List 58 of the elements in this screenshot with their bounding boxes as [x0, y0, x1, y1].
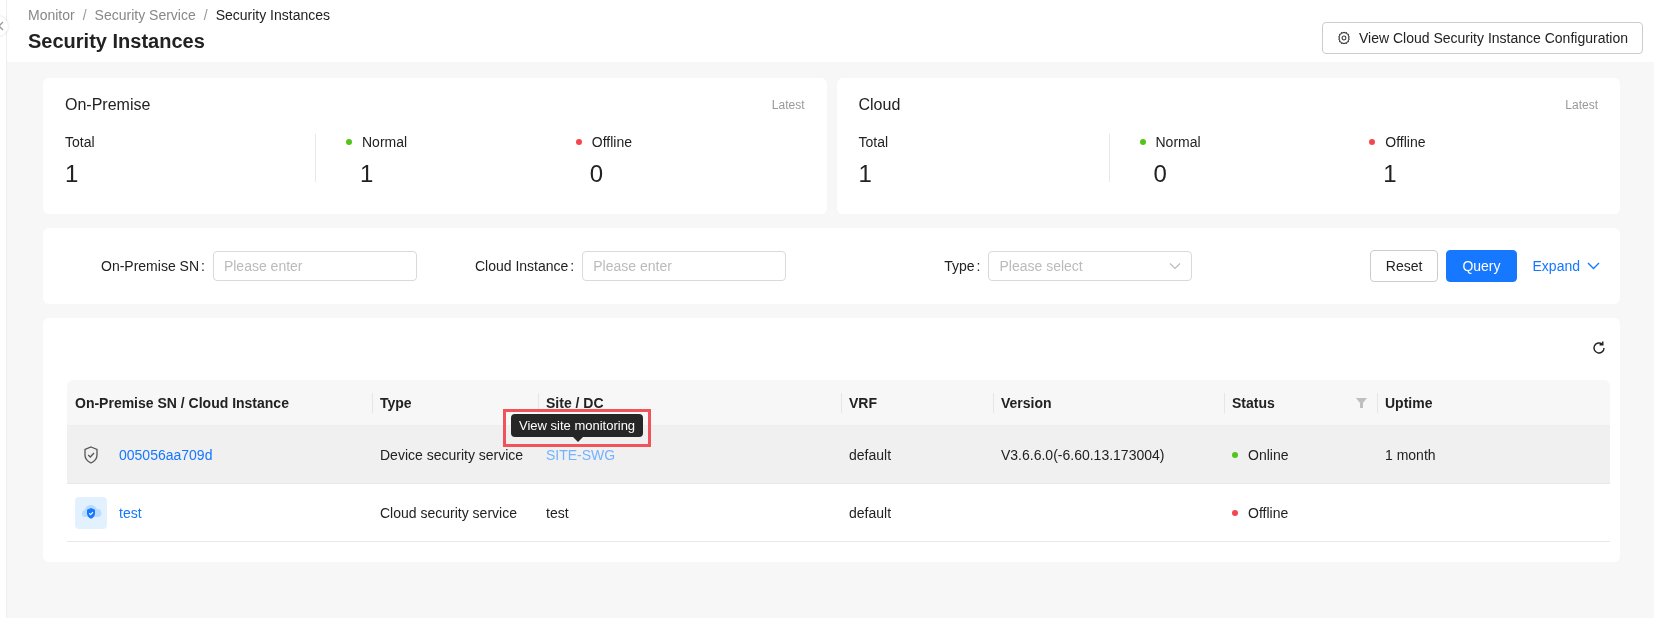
chevron-down-icon — [1169, 262, 1182, 270]
metric-label: Offline — [591, 134, 632, 150]
expand-link[interactable]: Expand — [1532, 258, 1600, 274]
table-cell-text: Device security service — [379, 445, 525, 465]
metric-label: Normal — [362, 134, 408, 150]
cloud-shield-icon — [75, 496, 107, 529]
configuration-button[interactable]: View Cloud Security Instance Configuration — [1322, 22, 1643, 54]
status-label: Online — [1248, 446, 1289, 463]
breadcrumb-link[interactable]: Monitor — [28, 7, 75, 23]
instance-link[interactable]: 005056aa709d — [119, 446, 213, 463]
label-colon: : — [570, 258, 575, 274]
table-cell: test — [546, 504, 569, 521]
table-cell: V3.6.6.0(-6.60.13.173004) — [1001, 446, 1165, 463]
metric-value: 1 — [359, 160, 375, 188]
field-label: Type — [944, 258, 975, 274]
table-cell: 1 month — [1385, 446, 1436, 463]
header-label: Version — [1001, 394, 1052, 411]
breadcrumb-separator: / — [203, 7, 208, 23]
header-label: VRF — [849, 394, 877, 411]
latest-label: Latest — [771, 98, 805, 112]
field-label: On-Premise SN — [101, 258, 200, 274]
status-label: Offline — [1248, 504, 1289, 521]
input-field[interactable]: Please enter — [212, 251, 417, 281]
label-colon: : — [976, 258, 981, 274]
header-label: Uptime — [1385, 394, 1433, 411]
breadcrumb-link[interactable]: Security Service — [94, 7, 196, 23]
settings-icon — [1337, 31, 1351, 45]
metric-label: Total — [858, 134, 889, 150]
card-title: On-Premise — [65, 96, 151, 114]
metric-value: 1 — [65, 160, 80, 188]
header-label: On-Premise SN / Cloud Instance — [75, 394, 289, 411]
latest-label: Latest — [1565, 98, 1598, 112]
header-label: Status — [1232, 394, 1275, 411]
metric-value: 0 — [588, 160, 605, 188]
reset-button[interactable]: Reset — [1369, 250, 1439, 282]
page-title: Security Instances — [28, 29, 205, 53]
instance-link[interactable]: test — [119, 504, 142, 521]
field-label: Cloud Instance — [474, 258, 569, 274]
chevron-down-icon — [1587, 262, 1600, 270]
tooltip: View site monitoring — [511, 414, 644, 437]
metric-value: 1 — [858, 160, 873, 188]
metric-value: 0 — [1152, 160, 1168, 188]
table-cell-text: Cloud security service — [379, 503, 518, 523]
table-cell-text: default — [848, 503, 893, 523]
refresh-icon[interactable] — [1591, 340, 1607, 356]
metric-label: Total — [65, 134, 95, 150]
filter-icon[interactable] — [1356, 397, 1367, 408]
header-label: Site / DC — [546, 394, 604, 411]
table-cell-text: default — [848, 445, 893, 465]
metric-label: Normal — [1155, 134, 1201, 150]
header-label: Type — [380, 394, 412, 411]
breadcrumb-separator: / — [82, 7, 87, 23]
label-colon: : — [201, 258, 205, 274]
metric-label: Offline — [1385, 134, 1426, 150]
card-title: Cloud — [858, 96, 901, 114]
input-field[interactable]: Please enter — [582, 251, 787, 281]
query-button[interactable]: Query — [1446, 250, 1517, 282]
metric-value: 1 — [1382, 160, 1398, 188]
